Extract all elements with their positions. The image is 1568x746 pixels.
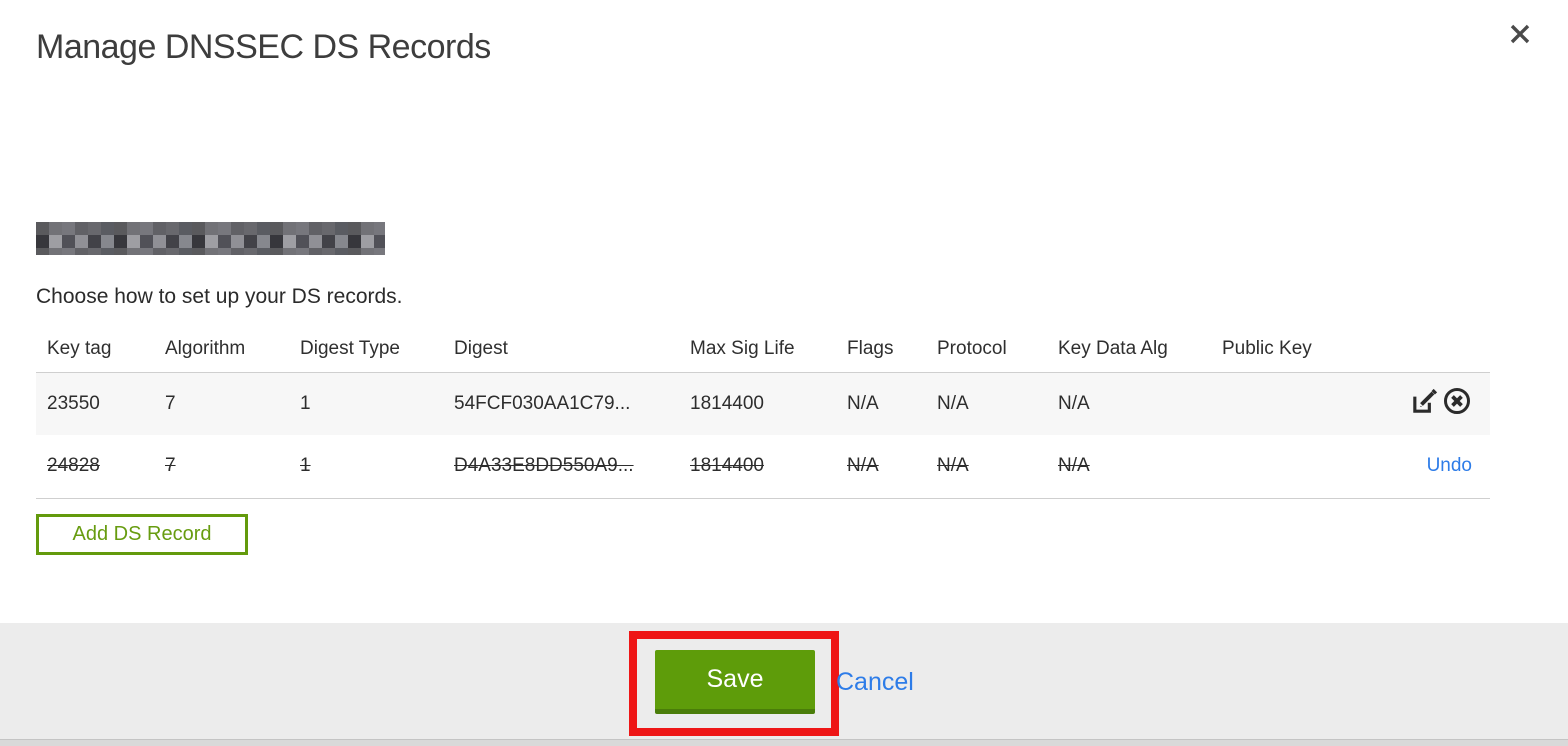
add-ds-record-button[interactable]: Add DS Record <box>36 513 248 555</box>
cell-algorithm: 7 <box>154 435 289 499</box>
cell-protocol: N/A <box>926 372 1047 435</box>
cell-key-tag: 23550 <box>36 372 154 435</box>
cell-flags: N/A <box>836 435 926 499</box>
column-header-max-sig-life: Max Sig Life <box>679 326 836 373</box>
delete-record-icon[interactable] <box>1442 386 1472 416</box>
close-button[interactable] <box>1504 20 1536 52</box>
row-actions: Undo <box>1341 435 1490 499</box>
column-header-flags: Flags <box>836 326 926 373</box>
cell-key-data-alg: N/A <box>1047 372 1211 435</box>
subtitle-text: Choose how to set up your DS records. <box>36 285 403 308</box>
cell-public-key <box>1211 372 1341 435</box>
table-header-row: Key tag Algorithm Digest Type Digest Max… <box>36 326 1490 373</box>
column-header-public-key: Public Key <box>1211 326 1341 373</box>
column-header-digest: Digest <box>443 326 679 373</box>
cancel-link[interactable]: Cancel <box>836 668 914 697</box>
table-row: 23550 7 1 54FCF030AA1C79... 1814400 N/A … <box>36 372 1490 435</box>
undo-link[interactable]: Undo <box>1427 455 1472 476</box>
cell-max-sig-life: 1814400 <box>679 372 836 435</box>
cell-public-key <box>1211 435 1341 499</box>
column-header-key-tag: Key tag <box>36 326 154 373</box>
cell-digest: D4A33E8DD550A9... <box>443 435 679 499</box>
cell-digest-type: 1 <box>289 372 443 435</box>
close-icon <box>1507 21 1533 52</box>
table-row: 24828 7 1 D4A33E8DD550A9... 1814400 N/A … <box>36 435 1490 499</box>
cell-protocol: N/A <box>926 435 1047 499</box>
ds-records-table: Key tag Algorithm Digest Type Digest Max… <box>36 326 1490 555</box>
column-header-actions <box>1341 326 1490 373</box>
manage-dnssec-ds-records-dialog: Manage DNSSEC DS Records Choose how to s… <box>0 0 1568 746</box>
page-behind-modal-strip <box>0 739 1568 746</box>
cell-algorithm: 7 <box>154 372 289 435</box>
cell-key-tag: 24828 <box>36 435 154 499</box>
redacted-domain-name <box>36 222 385 255</box>
save-button[interactable]: Save <box>655 650 815 714</box>
cell-flags: N/A <box>836 372 926 435</box>
edit-record-icon[interactable] <box>1410 387 1439 416</box>
column-header-key-data-alg: Key Data Alg <box>1047 326 1211 373</box>
column-header-algorithm: Algorithm <box>154 326 289 373</box>
cell-key-data-alg: N/A <box>1047 435 1211 499</box>
row-actions <box>1341 372 1490 435</box>
cell-digest-type: 1 <box>289 435 443 499</box>
column-header-digest-type: Digest Type <box>289 326 443 373</box>
column-header-protocol: Protocol <box>926 326 1047 373</box>
page-title: Manage DNSSEC DS Records <box>36 28 491 66</box>
cell-digest: 54FCF030AA1C79... <box>443 372 679 435</box>
cell-max-sig-life: 1814400 <box>679 435 836 499</box>
